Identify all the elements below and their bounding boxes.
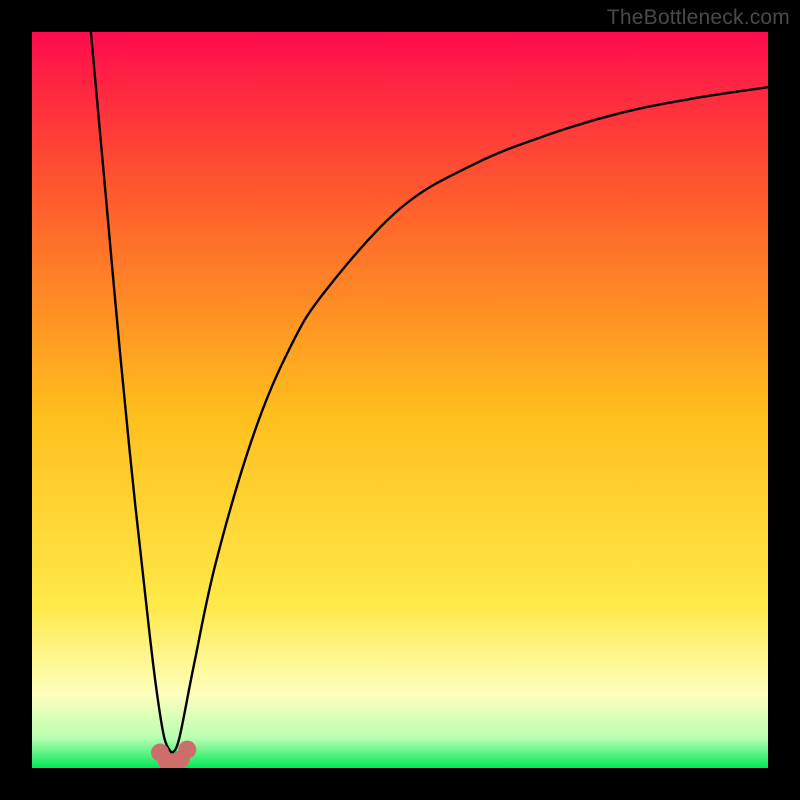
outer-frame: TheBottleneck.com (0, 0, 800, 800)
chart-svg (32, 32, 768, 768)
plot-area (32, 32, 768, 768)
valley-dot (178, 741, 196, 759)
gradient-background (32, 32, 768, 768)
watermark-text: TheBottleneck.com (607, 6, 790, 30)
